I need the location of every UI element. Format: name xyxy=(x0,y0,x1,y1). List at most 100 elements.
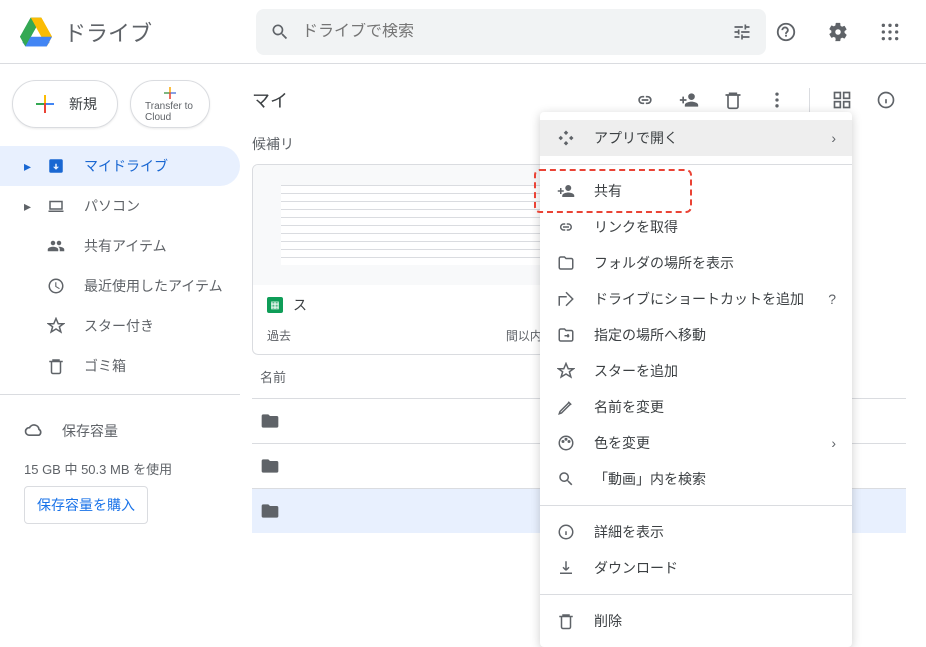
toolbar-divider xyxy=(809,88,810,112)
menu-download[interactable]: ダウンロード xyxy=(540,550,852,586)
menu-share[interactable]: 共有 xyxy=(540,173,852,209)
recent-icon xyxy=(46,277,66,295)
person-add-icon xyxy=(556,182,576,200)
sidebar-item-label: マイドライブ xyxy=(84,156,168,176)
chevron-right-icon: › xyxy=(831,435,836,451)
storage-section: 保存容量 15 GB 中 50.3 MB を使用 保存容量を購入 xyxy=(0,403,240,532)
star-icon xyxy=(46,317,66,335)
computers-icon xyxy=(46,197,66,215)
menu-label: 詳細を表示 xyxy=(594,522,664,542)
menu-label: 色を変更 xyxy=(594,433,650,453)
pencil-icon xyxy=(556,398,576,416)
info-icon xyxy=(556,523,576,541)
folder-outline-icon xyxy=(556,254,576,272)
settings-icon[interactable] xyxy=(818,12,858,52)
mydrive-icon xyxy=(46,157,66,175)
sidebar-item-recent[interactable]: 最近使用したアイテム xyxy=(0,266,240,306)
menu-open-with[interactable]: アプリで開く › xyxy=(540,120,852,156)
menu-rename[interactable]: 名前を変更 xyxy=(540,389,852,425)
shortcut-icon xyxy=(556,290,576,308)
cloud-button-label: Transfer to Cloud xyxy=(145,101,195,123)
menu-label: フォルダの場所を表示 xyxy=(594,253,734,273)
help-icon[interactable] xyxy=(766,12,806,52)
caret-icon: ▸ xyxy=(24,158,36,175)
menu-divider xyxy=(540,505,852,506)
sidebar-nav: ▸ マイドライブ ▸ パソコン 共有アイテム 最近使用したアイテム xyxy=(0,146,240,386)
menu-label: スターを追加 xyxy=(594,361,678,381)
menu-details[interactable]: 詳細を表示 xyxy=(540,514,852,550)
sidebar-item-label: 最近使用したアイテム xyxy=(84,276,223,296)
cloud-icon xyxy=(24,421,44,441)
link-icon xyxy=(556,218,576,236)
search-bar[interactable] xyxy=(256,9,766,55)
menu-label: 指定の場所へ移動 xyxy=(594,325,706,345)
storage-label: 保存容量 xyxy=(62,421,118,441)
main: 新規 Transfer to Cloud ▸ マイドライブ ▸ パソコン 共有ア… xyxy=(0,64,926,576)
logo-area: ドライブ xyxy=(16,12,256,52)
buy-storage-button[interactable]: 保存容量を購入 xyxy=(24,486,148,524)
context-menu: アプリで開く › 共有 リンクを取得 フォルダの場所を表示 ドライブにショートカ… xyxy=(540,112,852,647)
open-with-icon xyxy=(556,129,576,147)
sidebar-item-label: パソコン xyxy=(84,196,140,216)
menu-label: 削除 xyxy=(594,611,622,631)
shared-icon xyxy=(46,237,66,255)
sidebar: 新規 Transfer to Cloud ▸ マイドライブ ▸ パソコン 共有ア… xyxy=(0,64,240,576)
trash-icon xyxy=(556,612,576,630)
menu-divider xyxy=(540,594,852,595)
sidebar-item-computers[interactable]: ▸ パソコン xyxy=(0,186,240,226)
card-title: ス xyxy=(293,295,307,315)
menu-change-color[interactable]: 色を変更 › xyxy=(540,425,852,461)
content: マイ 候補リ ▦ ス 過去 XXXXXXXXXXXXXXXXXXXXXXXXXX xyxy=(240,64,926,576)
move-icon xyxy=(556,326,576,344)
new-button-label: 新規 xyxy=(69,94,97,114)
menu-add-star[interactable]: スターを追加 xyxy=(540,353,852,389)
sidebar-item-mydrive[interactable]: ▸ マイドライブ xyxy=(0,146,240,186)
menu-label: 共有 xyxy=(594,181,622,201)
help-badge-icon: ? xyxy=(828,291,836,307)
menu-add-shortcut[interactable]: ドライブにショートカットを追加 ? xyxy=(540,281,852,317)
sidebar-item-label: スター付き xyxy=(84,316,154,336)
folder-icon xyxy=(260,456,280,476)
breadcrumb[interactable]: マイ xyxy=(252,87,288,113)
menu-get-link[interactable]: リンクを取得 xyxy=(540,209,852,245)
chevron-right-icon: › xyxy=(831,130,836,146)
divider xyxy=(0,394,240,395)
star-outline-icon xyxy=(556,362,576,380)
sidebar-item-trash[interactable]: ゴミ箱 xyxy=(0,346,240,386)
info-icon[interactable] xyxy=(866,80,906,120)
menu-label: リンクを取得 xyxy=(594,217,678,237)
search-icon xyxy=(270,22,290,42)
menu-label: ドライブにショートカットを追加 xyxy=(594,289,804,309)
transfer-cloud-button[interactable]: Transfer to Cloud xyxy=(130,80,210,128)
palette-icon xyxy=(556,434,576,452)
trash-icon xyxy=(46,357,66,375)
sidebar-item-shared[interactable]: 共有アイテム xyxy=(0,226,240,266)
new-button[interactable]: 新規 xyxy=(12,80,118,128)
menu-move-to[interactable]: 指定の場所へ移動 xyxy=(540,317,852,353)
sidebar-item-label: 共有アイテム xyxy=(84,236,167,256)
search-options-icon[interactable] xyxy=(732,22,752,42)
sidebar-item-starred[interactable]: スター付き xyxy=(0,306,240,346)
apps-icon[interactable] xyxy=(870,12,910,52)
menu-label: 名前を変更 xyxy=(594,397,664,417)
folder-icon xyxy=(260,411,280,431)
menu-label: アプリで開く xyxy=(594,128,678,148)
caret-icon: ▸ xyxy=(24,198,36,215)
download-icon xyxy=(556,559,576,577)
search-input[interactable] xyxy=(302,23,732,41)
menu-label: 「動画」内を検索 xyxy=(594,469,706,489)
app-name: ドライブ xyxy=(64,16,152,48)
storage-row[interactable]: 保存容量 xyxy=(24,411,216,451)
menu-label: ダウンロード xyxy=(594,558,678,578)
sidebar-item-label: ゴミ箱 xyxy=(84,356,126,376)
menu-show-location[interactable]: フォルダの場所を表示 xyxy=(540,245,852,281)
folder-icon xyxy=(260,501,280,521)
drive-logo-icon[interactable] xyxy=(16,12,56,52)
menu-divider xyxy=(540,164,852,165)
menu-search-within[interactable]: 「動画」内を検索 xyxy=(540,461,852,497)
header: ドライブ xyxy=(0,0,926,64)
sheets-icon: ▦ xyxy=(267,297,283,313)
menu-remove[interactable]: 削除 xyxy=(540,603,852,639)
search-icon xyxy=(556,470,576,488)
header-right xyxy=(766,12,910,52)
